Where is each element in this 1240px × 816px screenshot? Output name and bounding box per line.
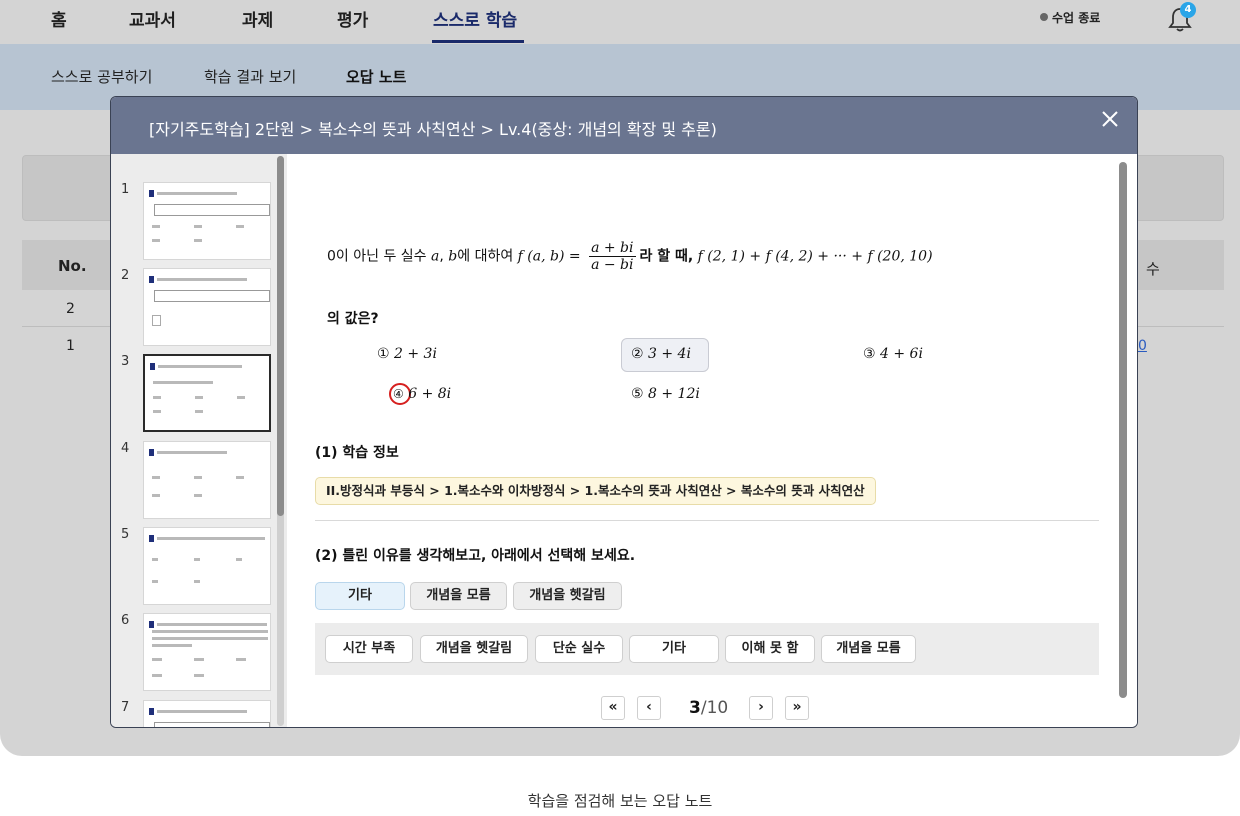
detail-scrollbar[interactable] bbox=[1119, 162, 1127, 698]
reason-option-time[interactable]: 시간 부족 bbox=[325, 635, 413, 663]
modal-title: [자기주도학습] 2단원 > 복소수의 뜻과 사칙연산 > Lv.4(중상: 개… bbox=[149, 120, 717, 139]
nav-assignment[interactable]: 과제 bbox=[242, 6, 273, 31]
nav-self-study[interactable]: 스스로 학습 bbox=[433, 6, 517, 31]
wrong-answer-modal: [자기주도학습] 2단원 > 복소수의 뜻과 사칙연산 > Lv.4(중상: 개… bbox=[110, 96, 1138, 728]
question-thumbnail-list: 1 2 3 4 5 6 7 bbox=[111, 154, 287, 727]
end-class-button[interactable]: 수업 종료 bbox=[1040, 9, 1100, 26]
selected-reason-unknown-concept[interactable]: 개념을 모름 bbox=[410, 582, 507, 610]
pager-next-button[interactable]: › bbox=[749, 696, 773, 720]
choice-3[interactable]: ③ 4 + 6i bbox=[863, 346, 923, 362]
pager-indicator: 3/10 bbox=[689, 698, 729, 718]
reason-title: (2) 틀린 이유를 생각해보고, 아래에서 선택해 보세요. bbox=[315, 548, 636, 564]
top-navigation: 홈 교과서 과제 평가 스스로 학습 수업 종료 4 bbox=[0, 0, 1240, 44]
section-divider bbox=[315, 520, 1099, 521]
table-header-no: No. bbox=[58, 257, 87, 275]
thumbnail-number: 7 bbox=[121, 700, 130, 715]
table-row-no: 1 bbox=[66, 338, 75, 354]
end-class-label: 수업 종료 bbox=[1052, 11, 1101, 25]
close-icon[interactable] bbox=[1099, 108, 1121, 130]
choice-1[interactable]: ① 2 + 3i bbox=[377, 346, 437, 362]
status-dot-icon bbox=[1040, 13, 1048, 21]
question-thumbnail[interactable] bbox=[143, 182, 271, 260]
curriculum-path-tag: II.방정식과 부등식 > 1.복소수와 이차방정식 > 1.복소수의 뜻과 사… bbox=[315, 477, 876, 505]
learning-info-title: (1) 학습 정보 bbox=[315, 445, 399, 461]
table-row-link[interactable]: 0 bbox=[1138, 338, 1147, 354]
thumbnail-number: 5 bbox=[121, 527, 130, 542]
subnav-self-study[interactable]: 스스로 공부하기 bbox=[51, 66, 152, 87]
question-detail-panel: 0이 아닌 두 실수 a, b에 대하여 f (a, b) = a + bi a … bbox=[287, 154, 1137, 727]
reason-option-unknown[interactable]: 개념을 모름 bbox=[821, 635, 916, 663]
figure-caption: 학습을 점검해 보는 오답 노트 bbox=[527, 792, 713, 810]
question-thumbnail[interactable] bbox=[143, 441, 271, 519]
question-thumbnail-selected[interactable] bbox=[143, 354, 271, 432]
reason-option-other[interactable]: 기타 bbox=[629, 635, 719, 663]
thumbnail-number: 2 bbox=[121, 268, 130, 283]
subnav-results[interactable]: 학습 결과 보기 bbox=[204, 66, 296, 87]
notification-badge: 4 bbox=[1180, 2, 1196, 18]
question-thumbnail[interactable] bbox=[143, 613, 271, 691]
subnav-wrong-answer-note[interactable]: 오답 노트 bbox=[346, 66, 406, 87]
choice-2[interactable]: ② 3 + 4i bbox=[631, 346, 691, 362]
question-thumbnail[interactable] bbox=[143, 527, 271, 605]
reason-options-panel: 시간 부족 개념을 헷갈림 단순 실수 기타 이해 못 함 개념을 모름 bbox=[315, 623, 1099, 675]
choice-5[interactable]: ⑤ 8 + 12i bbox=[631, 386, 700, 402]
nav-evaluation[interactable]: 평가 bbox=[337, 6, 368, 31]
table-row-no: 2 bbox=[66, 301, 75, 317]
question-thumbnail[interactable] bbox=[143, 700, 271, 727]
nav-textbook[interactable]: 교과서 bbox=[129, 6, 176, 31]
nav-home[interactable]: 홈 bbox=[51, 6, 67, 31]
table-header-right: 수 bbox=[1146, 260, 1160, 278]
pager-prev-button[interactable]: ‹ bbox=[637, 696, 661, 720]
question-text-line2: 의 값은? bbox=[327, 311, 379, 327]
selected-reason-other[interactable]: 기타 bbox=[315, 582, 405, 610]
question-text: 0이 아닌 두 실수 a, b에 대하여 f (a, b) = a + bi a … bbox=[327, 240, 933, 273]
pager-first-button[interactable]: « bbox=[601, 696, 625, 720]
selected-reason-confused-concept[interactable]: 개념을 헷갈림 bbox=[513, 582, 622, 610]
active-tab-underline bbox=[432, 40, 524, 43]
thumbnail-number: 4 bbox=[121, 441, 130, 456]
question-view: 0이 아닌 두 실수 a, b에 대하여 f (a, b) = a + bi a … bbox=[301, 178, 1097, 418]
question-thumbnail[interactable] bbox=[143, 268, 271, 346]
reason-option-mistake[interactable]: 단순 실수 bbox=[535, 635, 623, 663]
fraction: a + bi a − bi bbox=[589, 240, 636, 273]
thumbnail-number: 6 bbox=[121, 613, 130, 628]
thumbnail-number: 1 bbox=[121, 182, 130, 197]
thumbnail-number: 3 bbox=[121, 354, 130, 369]
choice-4[interactable]: ④ 6 + 8i bbox=[393, 386, 451, 402]
reason-option-confused[interactable]: 개념을 헷갈림 bbox=[420, 635, 528, 663]
pager-last-button[interactable]: » bbox=[785, 696, 809, 720]
modal-header: [자기주도학습] 2단원 > 복소수의 뜻과 사칙연산 > Lv.4(중상: 개… bbox=[111, 97, 1137, 154]
thumbnail-scrollbar[interactable] bbox=[277, 156, 284, 726]
reason-option-not-understood[interactable]: 이해 못 함 bbox=[725, 635, 815, 663]
